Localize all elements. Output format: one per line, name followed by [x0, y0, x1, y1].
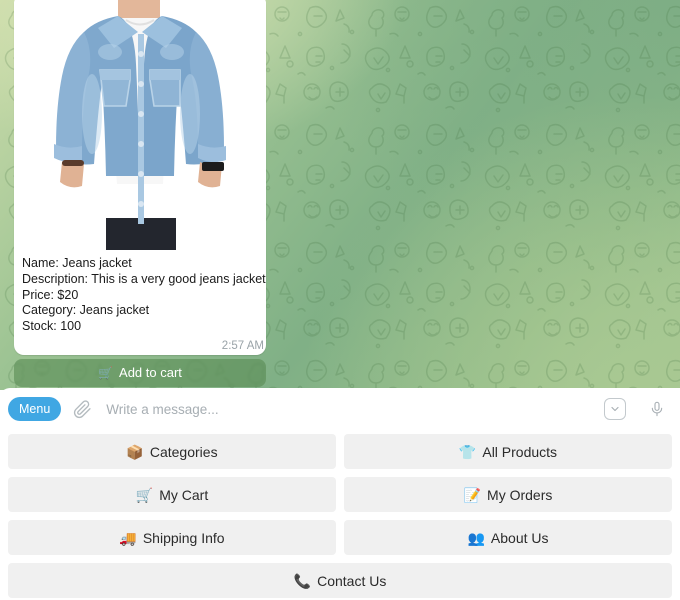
message-bubble-container: Name: Jeans jacket Description: This is … — [14, 0, 266, 387]
keyboard-button-my-cart[interactable]: 🛒 My Cart — [8, 477, 336, 512]
memo-icon: 📝 — [463, 486, 482, 503]
truck-icon: 🚚 — [119, 529, 137, 546]
jeans-jacket-illustration — [14, 0, 266, 250]
message-input-bar: Menu — [0, 388, 680, 430]
message-caption: Name: Jeans jacket Description: This is … — [14, 250, 266, 339]
microphone-icon[interactable] — [646, 397, 668, 421]
keyboard-row-4: 📞 Contact Us — [8, 563, 672, 598]
message-timestamp: 2:57 AM — [221, 339, 264, 352]
tshirt-icon: 👕 — [458, 443, 477, 460]
shopping-cart-icon: 🛒 — [98, 365, 114, 380]
message-bubble[interactable]: Name: Jeans jacket Description: This is … — [14, 0, 266, 355]
shopping-cart-icon: 🛒 — [135, 486, 154, 503]
keyboard-button-label: My Orders — [487, 486, 553, 503]
caption-line-price: Price: $20 — [22, 287, 79, 302]
package-icon: 📦 — [126, 443, 144, 460]
caption-line-description: Description: This is a very good jeans j… — [22, 271, 266, 286]
reply-keyboard: 📦 Categories 👕 All Products 🛒 My Cart 📝 … — [0, 430, 680, 600]
keyboard-button-contact-us[interactable]: 📞 Contact Us — [8, 563, 672, 598]
keyboard-button-categories[interactable]: 📦 Categories — [8, 434, 336, 469]
add-to-cart-button[interactable]: 🛒 Add to cart — [14, 358, 266, 387]
chat-message-area: Name: Jeans jacket Description: This is … — [0, 0, 680, 390]
keyboard-button-about-us[interactable]: 👥 About Us — [344, 520, 672, 555]
busts-icon: 👥 — [467, 529, 485, 546]
keyboard-row-3: 🚚 Shipping Info 👥 About Us — [8, 520, 672, 555]
menu-button[interactable]: Menu — [8, 397, 62, 421]
menu-button-label: Menu — [19, 402, 51, 416]
keyboard-button-label: Contact Us — [317, 572, 387, 589]
keyboard-button-label: Categories — [149, 443, 218, 460]
caption-line-name: Name: Jeans jacket — [22, 256, 132, 270]
paperclip-icon[interactable] — [70, 397, 94, 421]
chevron-down-icon[interactable] — [604, 398, 626, 420]
telegram-chat-screen: Name: Jeans jacket Description: This is … — [0, 0, 680, 600]
telephone-icon: 📞 — [293, 572, 312, 589]
add-to-cart-label: Add to cart — [119, 365, 182, 381]
keyboard-button-my-orders[interactable]: 📝 My Orders — [344, 477, 672, 512]
keyboard-button-label: About Us — [490, 529, 549, 546]
caption-line-stock: Stock: 100 — [22, 319, 82, 334]
keyboard-button-shipping-info[interactable]: 🚚 Shipping Info — [8, 520, 336, 555]
keyboard-button-all-products[interactable]: 👕 All Products — [344, 434, 672, 469]
keyboard-button-label: All Products — [482, 443, 558, 460]
caption-line-category: Category: Jeans jacket — [22, 303, 150, 318]
keyboard-row-1: 📦 Categories 👕 All Products — [8, 434, 672, 469]
keyboard-button-label: Shipping Info — [142, 529, 225, 546]
message-input[interactable] — [94, 401, 604, 417]
keyboard-row-2: 🛒 My Cart 📝 My Orders — [8, 477, 672, 512]
keyboard-button-label: My Cart — [159, 486, 209, 503]
product-photo[interactable] — [14, 0, 266, 250]
